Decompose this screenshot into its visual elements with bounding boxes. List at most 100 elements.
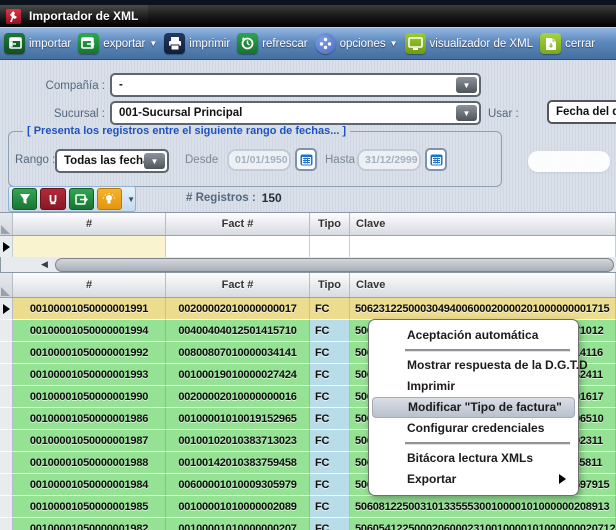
column-header-fact[interactable]: Fact # xyxy=(166,273,310,297)
menu-item[interactable]: Imprimir xyxy=(372,376,575,397)
usar-field[interactable]: Fecha del doc xyxy=(547,100,616,124)
branch-select[interactable]: 001-Sucursal Principal ▼ xyxy=(110,101,481,125)
cell-fact[interactable]: 00200002010000000016 xyxy=(166,386,310,408)
cell-tipo[interactable]: FC xyxy=(310,342,350,364)
cell-fact[interactable]: 00100001010019152965 xyxy=(166,408,310,430)
filter-cell-tipo[interactable] xyxy=(310,236,350,259)
table-row[interactable]: 00100001050000001982 0010000101000000020… xyxy=(0,518,616,530)
cell-tipo[interactable]: FC xyxy=(310,430,350,452)
row-marker xyxy=(0,386,13,408)
cell-num[interactable]: 00100001050000001984 xyxy=(13,474,166,496)
filter-grid-header: # Fact # Tipo Clave xyxy=(0,213,616,236)
column-header-clave[interactable]: Clave xyxy=(350,213,616,235)
filter-cell-fact[interactable] xyxy=(166,236,310,259)
row-marker xyxy=(0,320,13,342)
cell-tipo[interactable]: FC xyxy=(310,496,350,518)
cell-num[interactable]: 00100001050000001987 xyxy=(13,430,166,452)
cell-num[interactable]: 00100001050000001985 xyxy=(13,496,166,518)
rango-dropdown-icon[interactable]: ▼ xyxy=(144,153,165,169)
cell-tipo[interactable]: FC xyxy=(310,474,350,496)
branch-dropdown-icon[interactable]: ▼ xyxy=(456,105,477,121)
exportar-button[interactable]: exportar ▼ xyxy=(78,33,157,54)
table-row[interactable]: 00100001050000001991 0020000201000000001… xyxy=(0,298,616,320)
grid-corner-cell[interactable] xyxy=(0,213,13,235)
desde-value: 01/01/1950 xyxy=(235,154,288,166)
hasta-value: 31/12/2999 xyxy=(365,154,418,166)
column-header-clave[interactable]: Clave xyxy=(350,273,616,297)
cell-num[interactable]: 00100001050000001993 xyxy=(13,364,166,386)
cell-fact[interactable]: 00800807010000034141 xyxy=(166,342,310,364)
cell-fact[interactable]: 00400404012501415710 xyxy=(166,320,310,342)
column-header-tipo[interactable]: Tipo xyxy=(310,213,350,235)
cell-fact[interactable]: 00100142010383759458 xyxy=(166,452,310,474)
scrollbar-thumb[interactable] xyxy=(55,258,614,272)
cell-num[interactable]: 00100001050000001982 xyxy=(13,518,166,530)
filter-icon[interactable] xyxy=(12,188,37,210)
company-dropdown-icon[interactable]: ▼ xyxy=(456,77,477,93)
cell-clave[interactable]: 5060812250031013355530010000101000000208… xyxy=(350,496,616,518)
cell-tipo[interactable]: FC xyxy=(310,386,350,408)
refrescar-button[interactable]: refrescar xyxy=(237,33,307,54)
menu-item[interactable]: Modificar "Tipo de factura" xyxy=(372,397,575,418)
importar-label: importar xyxy=(29,38,71,50)
grid-corner-cell[interactable] xyxy=(0,273,13,297)
hasta-input[interactable]: 31/12/2999 xyxy=(357,149,421,171)
cell-fact[interactable]: 00100001010000000207 xyxy=(166,518,310,530)
visualizador-button[interactable]: visualizador de XML xyxy=(405,33,534,54)
opciones-caret-icon[interactable]: ▼ xyxy=(390,39,398,48)
cell-clave[interactable]: 5060541225000206000231001000010100000002… xyxy=(350,518,616,530)
cell-tipo[interactable]: FC xyxy=(310,518,350,530)
export-window-icon[interactable] xyxy=(69,188,94,210)
menu-item[interactable]: Mostrar respuesta de la D.G.T.D xyxy=(372,355,575,376)
cell-tipo[interactable]: FC xyxy=(310,298,350,320)
cell-num[interactable]: 00100001050000001991 xyxy=(13,298,166,320)
menu-item[interactable]: Aceptación automática xyxy=(372,325,575,346)
cell-num[interactable]: 00100001050000001990 xyxy=(13,386,166,408)
cell-fact[interactable]: 00100102010383713023 xyxy=(166,430,310,452)
cell-fact[interactable]: 00200002010000000017 xyxy=(166,298,310,320)
horizontal-scrollbar[interactable]: ◀ xyxy=(0,257,616,272)
visualizador-label: visualizador de XML xyxy=(430,38,534,50)
desde-calendar-icon[interactable] xyxy=(295,148,317,171)
window-tab: Importador de XML xyxy=(0,5,148,27)
cell-tipo[interactable]: FC xyxy=(310,408,350,430)
row-marker xyxy=(0,408,13,430)
rango-select[interactable]: Todas las fechas ▼ xyxy=(55,149,169,173)
cell-num[interactable]: 00100001050000001994 xyxy=(13,320,166,342)
power-icon[interactable] xyxy=(40,188,65,210)
cell-num[interactable]: 00100001050000001986 xyxy=(13,408,166,430)
column-header-num[interactable]: # xyxy=(13,273,166,297)
refresh-icon xyxy=(237,33,258,54)
menu-item[interactable]: Exportar xyxy=(372,469,575,490)
imprimir-button[interactable]: imprimir xyxy=(164,33,230,54)
menu-item[interactable]: Configurar credenciales xyxy=(372,418,575,439)
cell-fact[interactable]: 00600001010009305979 xyxy=(166,474,310,496)
table-row[interactable]: 00100001050000001985 0010000101000000208… xyxy=(0,496,616,518)
cerrar-button[interactable]: cerrar xyxy=(540,33,595,54)
cell-fact[interactable]: 00100019010000027424 xyxy=(166,364,310,386)
column-header-num[interactable]: # xyxy=(13,213,166,235)
bulb-icon[interactable] xyxy=(97,188,122,210)
importar-button[interactable]: importar xyxy=(4,33,71,54)
column-header-fact[interactable]: Fact # xyxy=(166,213,310,235)
titlebar: Importador de XML xyxy=(0,5,616,27)
column-header-tipo[interactable]: Tipo xyxy=(310,273,350,297)
cell-tipo[interactable]: FC xyxy=(310,452,350,474)
printer-icon xyxy=(164,33,185,54)
hasta-calendar-icon[interactable] xyxy=(425,148,447,171)
grid-toolbar-caret-icon[interactable]: ▼ xyxy=(127,195,135,204)
cell-tipo[interactable]: FC xyxy=(310,364,350,386)
desde-input[interactable]: 01/01/1950 xyxy=(227,149,291,171)
menu-item[interactable]: Bitácora lectura XMLs xyxy=(372,448,575,469)
scroll-left-icon[interactable]: ◀ xyxy=(41,259,48,270)
app-icon xyxy=(6,9,21,24)
cell-num[interactable]: 00100001050000001988 xyxy=(13,452,166,474)
opciones-button[interactable]: opciones ▼ xyxy=(315,33,398,54)
cell-tipo[interactable]: FC xyxy=(310,320,350,342)
filter-cell-clave[interactable] xyxy=(350,236,616,259)
exportar-caret-icon[interactable]: ▼ xyxy=(149,39,157,48)
cell-clave[interactable]: 5062312250003049400600020000201000000001… xyxy=(350,298,616,320)
filter-cell-num[interactable] xyxy=(13,236,166,259)
cell-fact[interactable]: 00100001010000002089 xyxy=(166,496,310,518)
cell-num[interactable]: 00100001050000001992 xyxy=(13,342,166,364)
